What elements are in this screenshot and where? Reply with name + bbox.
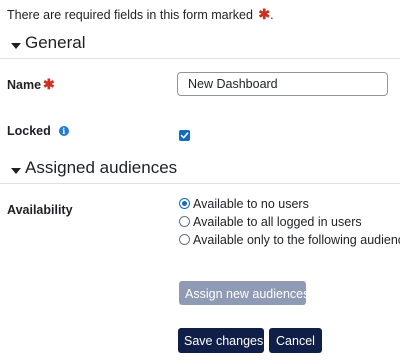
availability-label: Availability	[7, 203, 73, 217]
availability-option-label[interactable]: Available to no users	[193, 197, 309, 211]
required-notice-period: .	[270, 8, 274, 22]
info-icon[interactable]: i	[58, 126, 69, 136]
availability-option-no-users[interactable]: Available to no users	[179, 197, 309, 213]
section-audiences-title[interactable]: Assigned audiences	[25, 158, 177, 178]
locked-label: Locked i	[7, 124, 69, 138]
dashboard-form-page: There are required fields in this form m…	[0, 0, 400, 364]
required-notice-text: There are required fields in this form m…	[7, 8, 253, 22]
radio-button[interactable]	[179, 234, 190, 245]
required-fields-notice: There are required fields in this form m…	[7, 6, 274, 23]
locked-label-text: Locked	[7, 124, 51, 138]
radio-button-selected[interactable]	[179, 198, 190, 209]
availability-option-label[interactable]: Available only to the following audience…	[193, 233, 400, 247]
assign-new-audiences-button[interactable]: Assign new audiences	[179, 281, 309, 305]
section-general-header[interactable]: General	[0, 33, 400, 59]
availability-option-label[interactable]: Available to all logged in users	[193, 215, 362, 229]
availability-option-following-audiences[interactable]: Available only to the following audience…	[179, 233, 400, 249]
checkmark-icon	[180, 132, 189, 139]
required-star-icon: ✱	[258, 6, 271, 22]
name-label-text: Name	[7, 78, 42, 92]
save-changes-button[interactable]: Save changes	[178, 328, 264, 353]
locked-checkbox[interactable]	[179, 130, 190, 141]
name-label: Name ✱	[7, 76, 55, 93]
chevron-down-icon[interactable]	[11, 168, 21, 174]
availability-option-all-users[interactable]: Available to all logged in users	[179, 215, 362, 231]
cancel-button[interactable]: Cancel	[269, 328, 322, 353]
section-general-title[interactable]: General	[25, 33, 85, 53]
chevron-down-icon[interactable]	[11, 43, 21, 49]
section-audiences-header[interactable]: Assigned audiences	[0, 158, 400, 184]
name-input[interactable]	[177, 72, 388, 96]
radio-button[interactable]	[179, 216, 190, 227]
required-star-icon: ✱	[43, 76, 55, 92]
